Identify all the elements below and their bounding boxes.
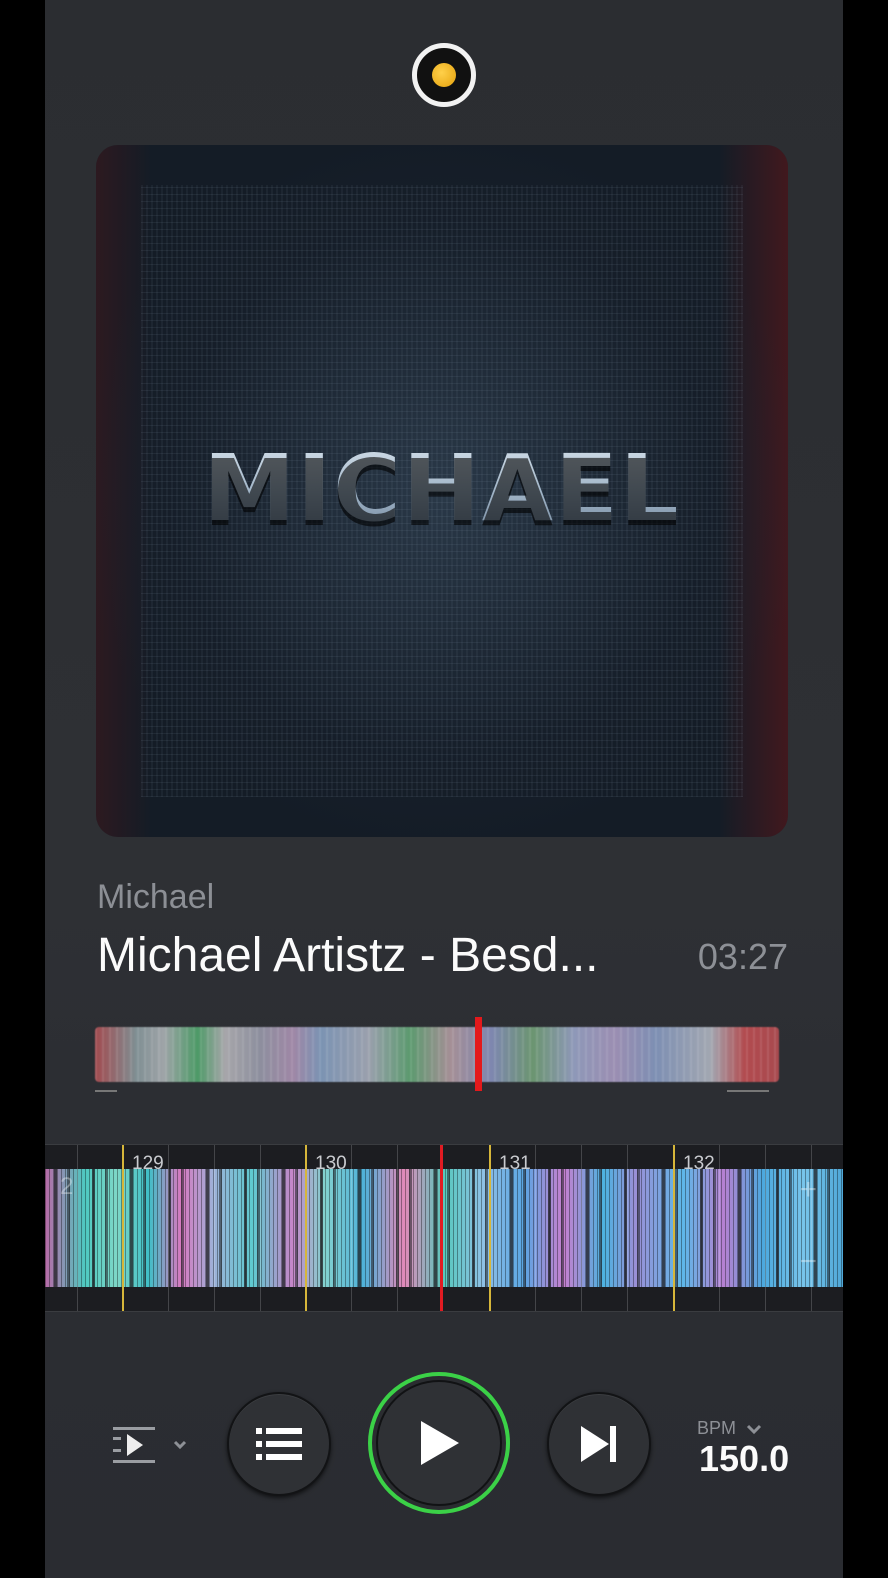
beat-marker [673,1145,675,1311]
beat-marker [305,1145,307,1311]
play-mode-icon [113,1427,187,1463]
queue-list-icon [256,1428,302,1460]
player-screen: MICHAEL Michael Michael Artistz - Besd..… [45,0,843,1578]
play-button[interactable] [368,1372,510,1514]
album-art-title: MICHAEL [96,435,788,542]
bpm-label[interactable]: BPM [697,1418,763,1439]
play-icon [421,1421,459,1465]
bpm-value[interactable]: 150.0 [699,1438,789,1480]
beat-marker [122,1145,124,1311]
overview-playhead[interactable] [475,1017,483,1091]
zoom-out-button[interactable]: − [799,1245,817,1279]
record-dot [432,63,456,87]
transport-controls: BPM 150.0 [45,1370,843,1520]
bar-number: 132 [683,1153,715,1174]
bar-number: 129 [132,1153,164,1174]
bar-number: 130 [315,1153,347,1174]
play-mode-button[interactable] [113,1425,193,1465]
track-overview-waveform[interactable] [95,1027,779,1082]
skip-next-button[interactable] [547,1392,651,1496]
artist-name: Michael [97,878,215,916]
waveform-playhead [440,1145,443,1311]
skip-next-icon [581,1426,616,1462]
zoomed-waveform[interactable]: 129 130 131 132 2 + − [45,1144,843,1312]
cue-marker-label: 2 [60,1173,74,1200]
record-indicator-icon[interactable] [412,43,476,107]
bar-number: 131 [499,1153,531,1174]
track-duration: 03:27 [697,936,788,977]
album-art: MICHAEL [96,145,788,837]
track-title: Michael Artistz - Besd... [97,929,599,982]
chevron-down-icon [746,1425,762,1435]
zoom-in-button[interactable]: + [799,1173,817,1207]
queue-button[interactable] [227,1392,331,1496]
beat-marker [489,1145,491,1311]
